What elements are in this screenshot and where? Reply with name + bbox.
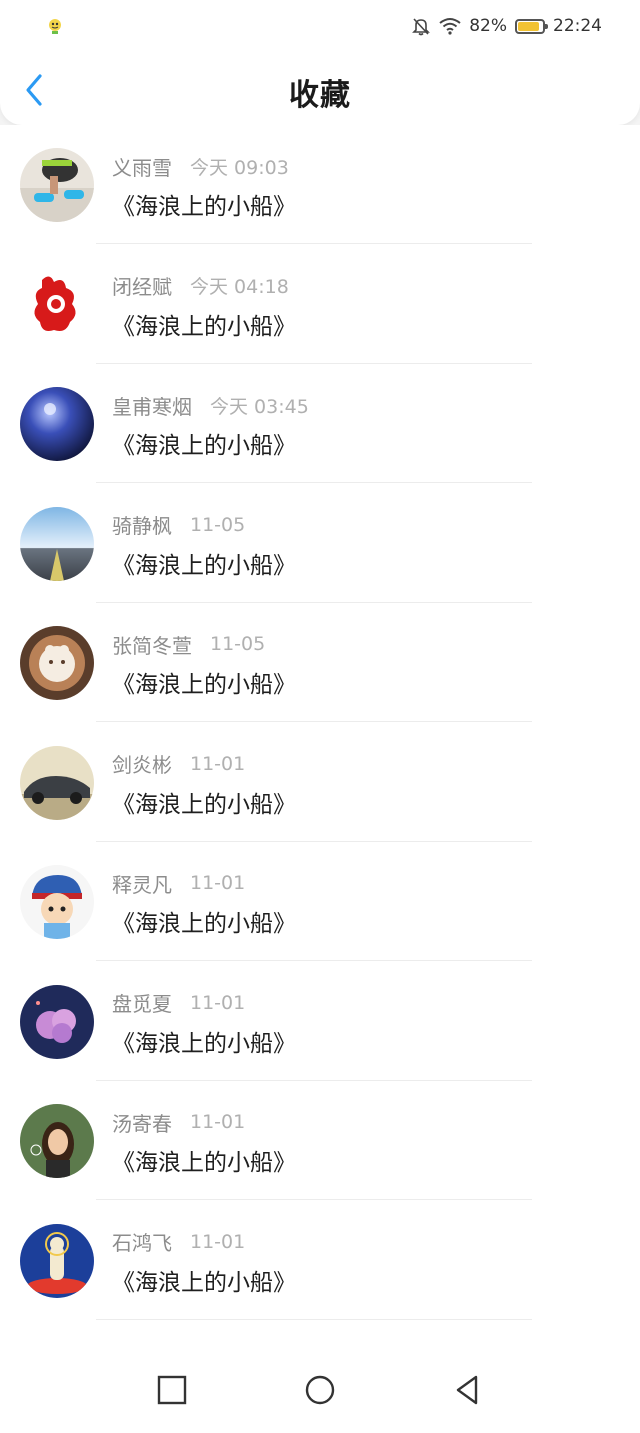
avatar[interactable]	[20, 865, 94, 939]
user-name: 闭经赋	[112, 275, 172, 299]
avatar[interactable]	[20, 267, 94, 342]
favorite-item[interactable]: 张简冬萱 11-05 《海浪上的小船》	[0, 603, 640, 722]
favorite-item[interactable]: 剑炎彬 11-01 《海浪上的小船》	[0, 723, 640, 842]
timestamp: 11-05	[190, 513, 246, 536]
item-meta: 汤寄春 11-01	[112, 1109, 246, 1136]
item-meta: 盘觅夏 11-01	[112, 990, 246, 1017]
favorite-title: 《海浪上的小船》	[112, 911, 296, 937]
app-header: 收藏	[0, 52, 640, 125]
divider	[96, 1318, 532, 1320]
item-meta: 释灵凡 11-01	[112, 870, 246, 897]
item-meta: 剑炎彬 11-01	[112, 751, 246, 778]
recent-apps-icon	[157, 1375, 187, 1405]
recent-apps-button[interactable]	[152, 1370, 192, 1410]
favorite-title: 《海浪上的小船》	[112, 552, 296, 579]
favorite-item[interactable]: 石鸿飞 11-01 《海浪上的小船》	[0, 1201, 640, 1320]
favorite-item[interactable]: 汤寄春 11-01 《海浪上的小船》	[0, 1081, 640, 1200]
battery-percent: 82%	[469, 16, 507, 36]
user-name: 义雨雪	[112, 155, 172, 180]
favorite-item[interactable]: 闭经赋 今天 04:18 《海浪上的小船》	[0, 245, 640, 364]
header-card: 82% 22:24 收藏	[0, 0, 640, 125]
back-nav-button[interactable]	[447, 1370, 487, 1410]
home-icon	[305, 1375, 335, 1405]
timestamp: 11-01	[190, 1230, 246, 1253]
user-name: 汤寄春	[112, 1111, 172, 1136]
timestamp: 今天 03:45	[210, 395, 309, 418]
system-navigation-bar	[0, 1347, 640, 1433]
item-meta: 石鸿飞 11-01	[112, 1229, 246, 1256]
item-meta: 张简冬萱 11-05	[112, 631, 266, 658]
battery-level-fill	[518, 21, 540, 31]
user-name: 张简冬萱	[112, 633, 192, 658]
avatar[interactable]	[20, 1223, 94, 1298]
timestamp: 11-01	[190, 991, 246, 1014]
favorite-title: 《海浪上的小船》	[112, 672, 296, 698]
timestamp: 今天 04:18	[190, 276, 289, 298]
favorite-item[interactable]: 释灵凡 11-01 《海浪上的小船》	[0, 842, 640, 961]
item-meta: 义雨雪 今天 09:03	[112, 153, 289, 180]
item-meta: 皇甫寒烟 今天 03:45	[112, 392, 309, 419]
timestamp: 今天 09:03	[190, 156, 289, 179]
favorite-title: 《海浪上的小船》	[112, 1030, 296, 1057]
favorite-title: 《海浪上的小船》	[112, 433, 296, 459]
favorite-item[interactable]: 盘觅夏 11-01 《海浪上的小船》	[0, 962, 640, 1081]
status-bar: 82% 22:24	[0, 0, 640, 52]
item-meta: 骑静枫 11-05	[112, 512, 246, 539]
avatar[interactable]	[20, 387, 94, 461]
battery-icon	[515, 18, 548, 34]
timestamp: 11-01	[190, 752, 246, 775]
favorite-title: 《海浪上的小船》	[112, 1269, 296, 1296]
avatar[interactable]	[20, 506, 94, 581]
item-meta: 闭经赋 今天 04:18	[112, 273, 289, 299]
favorite-title: 《海浪上的小船》	[112, 313, 296, 340]
timestamp: 11-01	[190, 872, 246, 894]
favorites-list: 义雨雪 今天 09:03 《海浪上的小船》 闭经赋 今天 04:18 《海浪上的小船》 皇甫…	[0, 125, 640, 1347]
user-name: 石鸿飞	[112, 1231, 172, 1255]
user-name: 盘觅夏	[112, 992, 172, 1016]
user-name: 剑炎彬	[112, 753, 172, 777]
favorite-title: 《海浪上的小船》	[112, 1150, 296, 1176]
favorite-item[interactable]: 骑静枫 11-05 《海浪上的小船》	[0, 484, 640, 603]
home-button[interactable]	[300, 1370, 340, 1410]
avatar[interactable]	[20, 148, 94, 222]
avatar[interactable]	[20, 626, 94, 700]
avatar[interactable]	[20, 984, 94, 1059]
clock: 22:24	[553, 16, 602, 36]
user-name: 释灵凡	[112, 872, 172, 897]
back-icon	[456, 1375, 478, 1405]
timestamp: 11-05	[210, 633, 266, 655]
page-title: 收藏	[289, 78, 351, 113]
notification-app-icon	[46, 17, 64, 35]
status-indicators: 82% 22:24	[411, 14, 602, 38]
avatar[interactable]	[20, 745, 94, 820]
bell-off-icon	[411, 16, 431, 36]
user-name: 皇甫寒烟	[112, 394, 192, 419]
avatar[interactable]	[20, 1104, 94, 1178]
wifi-icon	[439, 17, 461, 35]
favorite-title: 《海浪上的小船》	[112, 194, 296, 220]
user-name: 骑静枫	[112, 514, 172, 538]
favorite-item[interactable]: 义雨雪 今天 09:03 《海浪上的小船》	[0, 125, 640, 244]
favorite-title: 《海浪上的小船》	[112, 791, 296, 818]
favorite-item[interactable]: 皇甫寒烟 今天 03:45 《海浪上的小船》	[0, 364, 640, 483]
timestamp: 11-01	[190, 1111, 246, 1133]
